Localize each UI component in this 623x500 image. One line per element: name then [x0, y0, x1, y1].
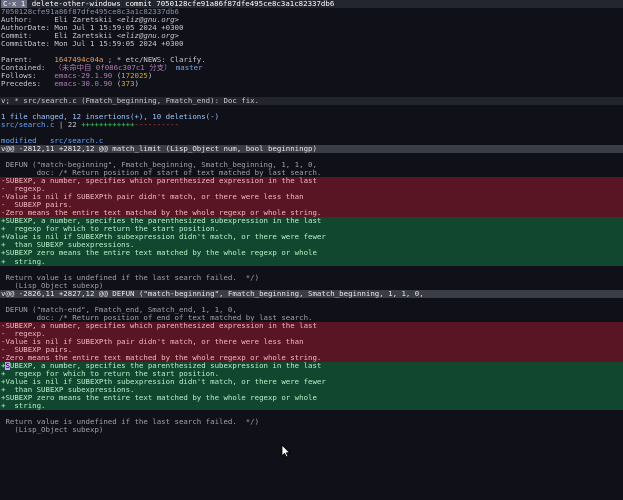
stats-file[interactable]: src/search.c: [1, 121, 54, 129]
contained-tags[interactable]: （未命中自 0f086c307c1 分支）: [54, 64, 171, 72]
mouse-pointer-icon: [281, 444, 291, 458]
follows-label: Follows:: [1, 72, 55, 81]
diff-context-line[interactable]: [0, 153, 623, 161]
author-label: Author:: [1, 16, 55, 25]
diff-removed-line[interactable]: -SUBEXP, a number, specifies which paren…: [0, 321, 623, 330]
commit-hash[interactable]: 7050128cfe91a86f87dfe495ce8c3a1c82337db6: [0, 8, 623, 16]
diff-removed-line[interactable]: -Zero means the entire text matched by t…: [0, 209, 623, 218]
diff-context-line[interactable]: [0, 298, 623, 306]
diff-added-line[interactable]: + than SUBEXP subexpressions.: [0, 386, 623, 395]
follows-tag[interactable]: emacs-29.1.90: [54, 72, 112, 80]
diff-file[interactable]: src/search.c: [50, 137, 103, 145]
commitdate-line: CommitDate: Mon Jul 1 15:59:05 2024 +030…: [0, 40, 623, 48]
diff-context-line[interactable]: Return value is undefined if the last se…: [0, 418, 623, 426]
title-bar: C-x 1 delete-other-windows commit 705012…: [0, 0, 623, 9]
diff-added-line[interactable]: +SUBEXP, a number, specifies the parenth…: [0, 362, 623, 371]
parent-sha[interactable]: 1647494c04a: [54, 56, 103, 64]
committer-line: Commit: Eli Zaretskii <eliz@gnu.org>: [0, 32, 623, 40]
stats-summary: 1 file changed, 12 insertions(+), 10 del…: [1, 112, 220, 121]
diff-added-line[interactable]: +Value is nil if SUBEXPth subexpression …: [0, 378, 623, 387]
diff-added-line[interactable]: +SUBEXP zero means the entire text match…: [0, 249, 623, 258]
diff-added-line[interactable]: + than SUBEXP subexpressions.: [0, 241, 623, 250]
contained-branch[interactable]: master: [171, 64, 203, 72]
diff-context-line[interactable]: [0, 266, 623, 274]
precedes-count: 373: [121, 80, 135, 89]
diff-removed-line[interactable]: -SUBEXP, a number, specifies which paren…: [0, 177, 623, 186]
stats-sep: | 22: [54, 120, 82, 129]
follows-close: ): [147, 72, 153, 81]
stats-file-line[interactable]: src/search.c | 22 ++++++++++++----------: [0, 121, 623, 129]
commitdate-label: CommitDate:: [1, 40, 55, 49]
diff-body: v@@ -2812,11 +2812,12 @@ match_limit (Li…: [0, 144, 623, 435]
precedes-line: Precedes: emacs-30.0.90 (373): [0, 80, 623, 88]
diff-context-line[interactable]: doc: /* Return position of end of text m…: [0, 314, 623, 322]
authordate-value: Mon Jul 1 15:59:05 2024 +0300: [54, 24, 184, 33]
stats-minuses: ----------: [134, 120, 180, 129]
parent-message: ; * etc/NEWS: Clarify.: [103, 56, 206, 65]
precedes-tag[interactable]: emacs-30.0.90: [54, 80, 112, 88]
contained-label: Contained:: [1, 64, 55, 73]
precedes-close: ): [134, 80, 139, 89]
precedes-label: Precedes:: [1, 80, 55, 89]
diff-line-rest: UBEXP, a number, specifies the parenthes…: [9, 362, 322, 371]
diff-removed-line[interactable]: -Value is nil if SUBEXPth pair didn't ma…: [0, 193, 623, 202]
diff-context-line[interactable]: (Lisp_Object subexp): [0, 282, 623, 290]
contained-line: Contained: （未命中自 0f086c307c1 分支） master: [0, 64, 623, 72]
diff-removed-line[interactable]: - SUBEXP pairs.: [0, 201, 623, 210]
diff-added-line[interactable]: + string.: [0, 257, 623, 266]
author-line: Author: Eli Zaretskii <eliz@gnu.org>: [0, 16, 623, 24]
follows-open: (: [112, 72, 122, 81]
authordate-line: AuthorDate: Mon Jul 1 15:59:05 2024 +030…: [0, 24, 623, 32]
message-text: ; * src/search.c (Fmatch_beginning, Fmat…: [5, 96, 260, 105]
stats-plusses: ++++++++++++: [81, 120, 135, 129]
commitdate-value: Mon Jul 1 15:59:05 2024 +0300: [54, 40, 184, 49]
hunk-header-text: @@ -2826,11 +2827,12 @@ DEFUN ("match-be…: [5, 289, 424, 298]
diff-added-line[interactable]: + string.: [0, 402, 623, 411]
diff-removed-line[interactable]: - regexp.: [0, 329, 623, 338]
hunk-header[interactable]: v@@ -2812,11 +2812,12 @@ match_limit (Li…: [0, 144, 623, 153]
modified-label: modified: [1, 136, 50, 145]
author-name: Eli Zaretskii: [54, 16, 117, 25]
diff-context-line[interactable]: DEFUN ("match-end", Fmatch_end, Smatch_e…: [0, 306, 623, 314]
parent-label: Parent:: [1, 56, 55, 65]
diff-context-line[interactable]: doc: /* Return position of start of text…: [0, 169, 623, 177]
diff-context-line[interactable]: Return value is undefined if the last se…: [0, 274, 623, 282]
diff-added-line[interactable]: + regexp for which to return the start p…: [0, 225, 623, 234]
diff-added-line[interactable]: + regexp for which to return the start p…: [0, 370, 623, 379]
diff-removed-line[interactable]: -Zero means the entire text matched by t…: [0, 354, 623, 363]
diff-removed-line[interactable]: -Value is nil if SUBEXPth pair didn't ma…: [0, 337, 623, 347]
follows-count: 172025: [121, 72, 148, 81]
follows-line: Follows: emacs-29.1.90 (172025): [0, 72, 623, 80]
diff-added-line[interactable]: +SUBEXP, a number, specifies the parenth…: [0, 217, 623, 226]
diff-added-line[interactable]: +SUBEXP zero means the entire text match…: [0, 394, 623, 403]
hunk-header[interactable]: v@@ -2826,11 +2827,12 @@ DEFUN ("match-b…: [0, 289, 623, 298]
file-section-header[interactable]: modified src/search.c: [0, 137, 623, 145]
title-text: delete-other-windows commit 7050128cfe91…: [27, 0, 335, 8]
parent-line: Parent: 1647494c04a ; * etc/NEWS: Clarif…: [0, 56, 623, 64]
message-header[interactable]: v; * src/search.c (Fmatch_beginning, Fma…: [0, 96, 623, 105]
author-email[interactable]: <eliz@gnu.org>: [117, 16, 179, 24]
authordate-label: AuthorDate:: [1, 24, 55, 33]
committer-label: Commit:: [1, 32, 55, 41]
diff-added-line[interactable]: +Value is nil if SUBEXPth subexpression …: [0, 233, 623, 242]
committer-email[interactable]: <eliz@gnu.org>: [117, 32, 179, 40]
diff-removed-line[interactable]: - SUBEXP pairs.: [0, 346, 623, 355]
diff-removed-line[interactable]: - regexp.: [0, 185, 623, 194]
committer-name: Eli Zaretskii: [54, 32, 117, 41]
hunk-header-text: @@ -2812,11 +2812,12 @@ match_limit (Lis…: [5, 144, 317, 153]
diff-context-line[interactable]: [0, 410, 623, 418]
diff-context-line[interactable]: DEFUN ("match-beginning", Fmatch_beginni…: [0, 161, 623, 169]
diff-context-line[interactable]: (Lisp_Object subexp): [0, 426, 623, 434]
precedes-open: (: [112, 80, 122, 89]
keybinding-badge: C-x 1: [1, 0, 28, 8]
